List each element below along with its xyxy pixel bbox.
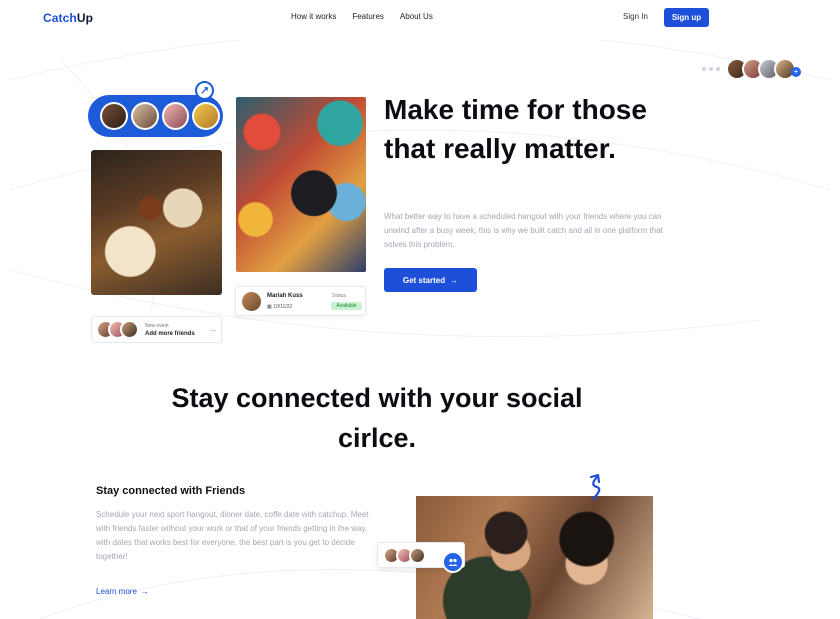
hero-title: Make time for those that really matter.	[384, 94, 647, 164]
arrow-right-icon: →	[450, 275, 459, 285]
event-avatars	[96, 320, 139, 339]
status-card-date-text: 10/11/22	[273, 304, 293, 310]
pin-icon	[195, 81, 214, 100]
learn-more-label: Learn more	[96, 587, 137, 596]
avatar	[161, 102, 190, 130]
sign-in-link[interactable]: Sign In	[623, 12, 648, 21]
status-label: Status	[332, 293, 347, 299]
avatar	[192, 102, 220, 130]
nav-link-features[interactable]: Features	[352, 12, 384, 21]
logo[interactable]: CatchUp	[43, 11, 93, 25]
logo-part-2: Up	[76, 11, 94, 25]
status-badge: Available	[331, 302, 362, 310]
status-card-name: Mariah Kuss	[267, 293, 303, 299]
avatar	[130, 102, 159, 130]
event-card-title: Add more friends	[145, 331, 195, 337]
arrow-right-icon: →	[140, 587, 149, 596]
nav-link-about-us[interactable]: About Us	[400, 12, 433, 21]
plus-icon[interactable]: +	[791, 67, 801, 77]
get-started-button[interactable]: Get started →	[384, 268, 477, 292]
avatar	[120, 320, 139, 339]
get-started-label: Get started	[402, 275, 446, 285]
dinner-photo	[91, 150, 222, 295]
new-event-card[interactable]: New event Add more friends →	[91, 316, 222, 343]
calendar-icon: ▦	[267, 304, 272, 310]
status-card-date: ▦ 10/11/22	[267, 304, 292, 310]
squiggle-arrow-icon	[589, 473, 601, 501]
avatar	[100, 102, 128, 130]
arrow-right-icon: →	[208, 324, 217, 334]
feature-description: Schedule your next sport hangout, dinner…	[96, 510, 369, 561]
hero-description: What better way to have a scheduled hang…	[384, 212, 663, 249]
top-nav: CatchUp How it works Features About Us S…	[0, 0, 840, 36]
party-photo	[236, 97, 366, 272]
logo-part-1: Catch	[43, 11, 77, 25]
section-title: Stay connected with your social cirlce.	[171, 383, 583, 453]
nav-link-how-it-works[interactable]: How it works	[291, 12, 336, 21]
learn-more-link[interactable]: Learn more →	[96, 587, 149, 596]
nav-links: How it works Features About Us	[291, 12, 433, 21]
sign-up-button[interactable]: Sign up	[664, 8, 709, 27]
friends-pill	[88, 95, 223, 137]
event-card-label: New event	[145, 323, 169, 329]
dots-decoration	[702, 67, 720, 71]
status-card: Mariah Kuss ▦ 10/11/22 Status Available	[235, 286, 366, 316]
group-icon[interactable]	[442, 551, 464, 573]
friends-avatar-cluster: +	[702, 58, 801, 80]
avatar	[409, 546, 426, 564]
feature-title: Stay connected with Friends	[96, 485, 246, 497]
avatar	[242, 292, 261, 311]
